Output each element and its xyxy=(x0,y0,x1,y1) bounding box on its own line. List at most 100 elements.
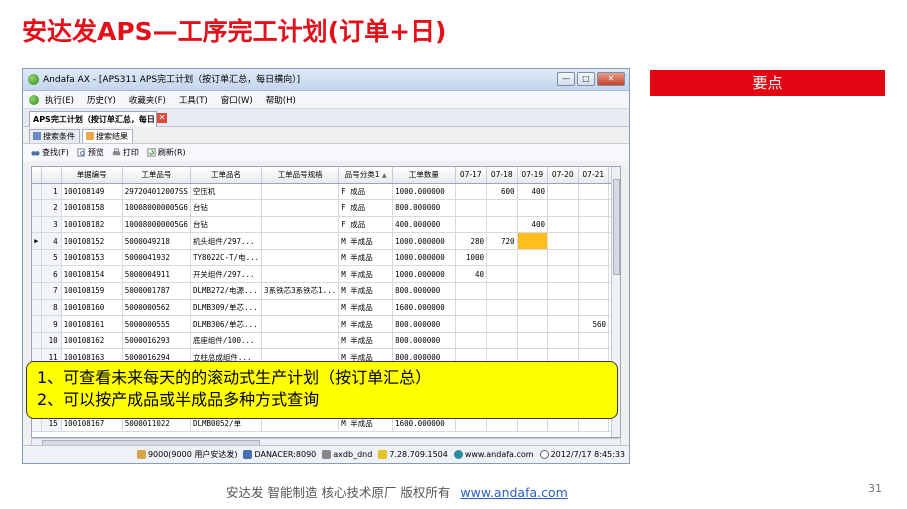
row-selector[interactable] xyxy=(32,199,42,217)
row-number[interactable]: 10 xyxy=(41,332,62,350)
table-cell[interactable]: M 半成品 xyxy=(338,332,394,350)
table-cell[interactable] xyxy=(517,249,549,267)
table-cell[interactable]: 560 xyxy=(578,315,610,333)
table-cell[interactable]: 100108162 xyxy=(61,332,123,350)
table-cell[interactable] xyxy=(578,199,610,217)
menu-help[interactable]: 帮助(H) xyxy=(266,94,296,106)
refresh-button[interactable]: 刷新(R) xyxy=(147,147,186,158)
table-cell[interactable]: 1000.000000 xyxy=(392,232,456,250)
table-cell[interactable] xyxy=(455,282,488,300)
row-number[interactable]: 1 xyxy=(41,183,62,201)
table-cell[interactable] xyxy=(486,199,518,217)
table-cell[interactable] xyxy=(261,199,340,217)
preview-button[interactable]: 预览 xyxy=(77,147,104,158)
table-row[interactable]: 5 100108153 5000041932 TY8022C-T/电... M 半成品 1… xyxy=(32,249,620,267)
table-cell[interactable]: 5000000562 xyxy=(122,299,191,317)
table-cell[interactable]: 40 xyxy=(455,265,488,284)
table-cell[interactable]: 400 xyxy=(517,216,549,234)
table-cell[interactable] xyxy=(455,183,488,201)
table-row[interactable]: 10 100108162 5000016293 底座组件/100... M 半成品 800… xyxy=(32,332,620,350)
table-cell[interactable] xyxy=(547,199,579,217)
table-cell[interactable] xyxy=(261,183,340,201)
table-cell[interactable]: 5000004911 xyxy=(122,265,191,284)
table-cell[interactable] xyxy=(517,332,549,350)
table-cell[interactable] xyxy=(578,265,610,284)
table-row[interactable]: 6 100108154 5000004911 开关组件/297... M 半成品 1000… xyxy=(32,265,620,284)
table-row[interactable]: 1 100108149 297204012007SS 空压机 F 成品 1000.0000… xyxy=(32,183,620,201)
menu-window[interactable]: 窗口(W) xyxy=(221,94,253,106)
table-cell[interactable]: 297204012007SS xyxy=(122,183,191,201)
table-cell[interactable] xyxy=(547,183,579,201)
row-number[interactable]: 9 xyxy=(41,315,62,333)
table-cell[interactable] xyxy=(547,282,579,300)
table-cell[interactable]: F 成品 xyxy=(338,216,394,234)
row-number[interactable]: 6 xyxy=(41,265,62,284)
table-cell[interactable]: M 半成品 xyxy=(338,299,394,317)
table-cell[interactable] xyxy=(547,265,579,284)
table-cell[interactable] xyxy=(455,315,488,333)
row-selector[interactable] xyxy=(32,299,42,317)
column-header[interactable] xyxy=(41,167,62,184)
table-cell[interactable] xyxy=(517,232,549,250)
table-cell[interactable] xyxy=(486,315,518,333)
table-cell[interactable] xyxy=(455,299,488,317)
table-row[interactable]: ▶ 4 100108152 5000049218 机头组件/297... M 半成品 100… xyxy=(32,232,620,250)
column-header[interactable]: 工单数量 xyxy=(392,167,456,184)
table-row[interactable]: 8 100108160 5000000562 DLMB309/单芯... M 半成品 16… xyxy=(32,299,620,317)
row-selector[interactable] xyxy=(32,265,42,284)
row-number[interactable]: 8 xyxy=(41,299,62,317)
table-cell[interactable]: 台钻 xyxy=(190,216,263,234)
table-cell[interactable]: F 成品 xyxy=(338,183,394,201)
table-cell[interactable] xyxy=(547,232,579,250)
column-header[interactable]: 07-19 xyxy=(517,167,549,184)
column-header[interactable]: 07-17 xyxy=(455,167,488,184)
table-cell[interactable]: 100080000005G6 xyxy=(122,199,191,217)
table-cell[interactable]: 400 xyxy=(517,183,549,201)
menu-history[interactable]: 历史(Y) xyxy=(87,94,116,106)
tab-search-results[interactable]: 搜索结果 xyxy=(82,129,133,143)
row-selector[interactable]: ▶ xyxy=(32,232,42,250)
maximize-button[interactable]: □ xyxy=(577,72,595,86)
table-cell[interactable] xyxy=(517,265,549,284)
row-selector[interactable] xyxy=(32,332,42,350)
table-cell[interactable] xyxy=(261,265,340,284)
row-number[interactable]: 3 xyxy=(41,216,62,234)
table-row[interactable]: 7 100108159 5000001787 DLMB272/电源... 3系铁芯3系铁… xyxy=(32,282,620,300)
table-cell[interactable] xyxy=(547,315,579,333)
table-cell[interactable] xyxy=(261,332,340,350)
table-row[interactable]: 2 100108158 100080000005G6 台钻 F 成品 800.000000 xyxy=(32,199,620,217)
column-header[interactable]: 07-20 xyxy=(547,167,579,184)
table-cell[interactable]: 5000041932 xyxy=(122,249,191,267)
table-cell[interactable] xyxy=(455,199,488,217)
column-header[interactable]: 工单品名 xyxy=(190,167,263,184)
table-cell[interactable]: 5000049218 xyxy=(122,232,191,250)
table-cell[interactable] xyxy=(578,282,610,300)
table-cell[interactable]: 1000 xyxy=(455,249,488,267)
table-cell[interactable]: DLMB306/单芯... xyxy=(190,315,263,333)
table-cell[interactable]: 机头组件/297... xyxy=(190,232,263,250)
column-header[interactable] xyxy=(32,167,42,184)
column-header[interactable]: 07-18 xyxy=(486,167,518,184)
table-cell[interactable] xyxy=(486,282,518,300)
table-cell[interactable] xyxy=(578,232,610,250)
menu-tools[interactable]: 工具(T) xyxy=(179,94,208,106)
table-cell[interactable]: M 半成品 xyxy=(338,249,394,267)
row-selector[interactable] xyxy=(32,282,42,300)
table-cell[interactable]: 720 xyxy=(486,232,518,250)
table-cell[interactable]: 5000000555 xyxy=(122,315,191,333)
column-header[interactable]: 品号分类1 ▲ xyxy=(338,167,394,184)
close-tab-icon[interactable]: ✕ xyxy=(157,113,167,123)
table-cell[interactable]: 100108158 xyxy=(61,199,123,217)
tab-search-criteria[interactable]: 搜索条件 xyxy=(29,129,80,143)
table-cell[interactable]: 800.000000 xyxy=(392,315,456,333)
table-cell[interactable]: F 成品 xyxy=(338,199,394,217)
table-cell[interactable] xyxy=(455,216,488,234)
table-cell[interactable]: 1000.000000 xyxy=(392,183,456,201)
table-cell[interactable]: 5000001787 xyxy=(122,282,191,300)
table-cell[interactable]: 100108149 xyxy=(61,183,123,201)
table-cell[interactable] xyxy=(547,249,579,267)
column-header[interactable]: 工单品号 xyxy=(122,167,191,184)
minimize-button[interactable]: — xyxy=(557,72,575,86)
table-cell[interactable] xyxy=(261,315,340,333)
table-cell[interactable] xyxy=(517,315,549,333)
